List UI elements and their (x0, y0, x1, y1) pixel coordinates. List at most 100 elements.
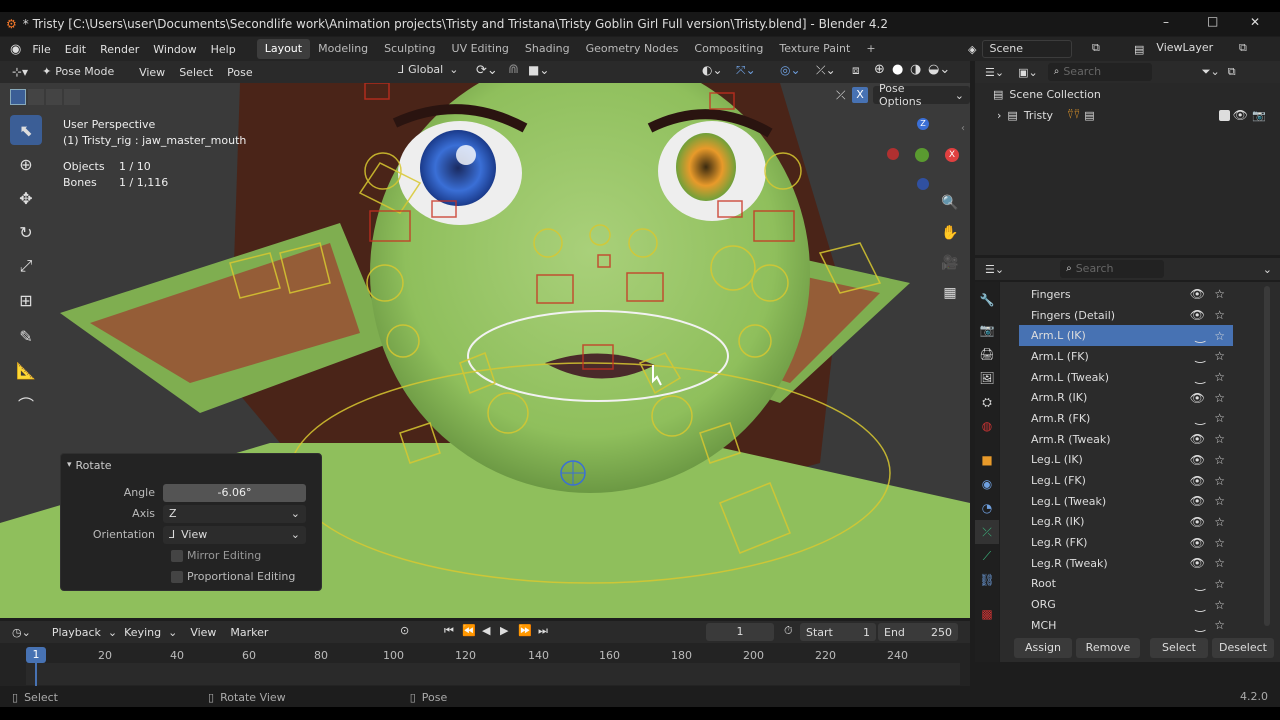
pose-options-dropdown[interactable]: Pose Options ⌄ (873, 83, 970, 108)
start-frame-field[interactable]: Start 1 (800, 623, 876, 641)
output-tab-icon[interactable]: 🖨 (975, 342, 999, 366)
scale-tool-icon[interactable]: ⤢ (10, 251, 42, 281)
x-mirror-toggle[interactable]: X (852, 87, 868, 103)
pivot-icon[interactable]: ⟳⌄ (476, 63, 498, 78)
shading-material-icon[interactable]: ◑ (910, 62, 921, 77)
star-icon[interactable]: ☆ (1214, 453, 1225, 467)
timeline-menu-playback[interactable]: Playback (45, 626, 108, 639)
armature-data-tab-icon[interactable]: ⤫ (975, 520, 999, 544)
play-reverse-icon[interactable]: ◀ (482, 624, 490, 637)
star-icon[interactable]: ☆ (1214, 598, 1225, 612)
overlay-icon[interactable]: ◎⌄ (780, 63, 801, 77)
menu-window[interactable]: Window (146, 43, 203, 56)
grid-view-icon[interactable]: ▦ (938, 285, 962, 315)
close-button[interactable]: ✕ (1250, 15, 1260, 29)
star-icon[interactable]: ☆ (1214, 577, 1225, 591)
eye-icon[interactable]: 👁 (1190, 474, 1205, 488)
bone-collection-row[interactable]: Arm.R (IK) 👁 ☆ (1019, 387, 1233, 408)
jump-end-icon[interactable]: ⏭ (538, 624, 548, 638)
star-icon[interactable]: ☆ (1214, 308, 1225, 322)
eye-icon[interactable]: 👁 (1190, 494, 1205, 508)
minimize-button[interactable]: – (1163, 15, 1169, 29)
eye-icon[interactable]: 👁 (1190, 391, 1205, 405)
star-icon[interactable]: ☆ (1214, 287, 1225, 301)
eye-icon[interactable]: 👁 (1190, 536, 1205, 550)
shading-solid-icon[interactable]: ● (892, 62, 903, 77)
assign-button[interactable]: Assign (1014, 638, 1072, 658)
xray-icon[interactable]: ⧈ (852, 63, 860, 78)
bone-collection-row[interactable]: Leg.L (Tweak) 👁 ☆ (1019, 491, 1233, 512)
star-icon[interactable]: ☆ (1214, 329, 1225, 343)
scene-tab-icon[interactable]: ⛭ (975, 390, 999, 414)
timeline-editor-icon[interactable]: ◷⌄ (12, 626, 31, 639)
current-frame-input[interactable]: 1 (706, 623, 774, 641)
chevron-right-icon[interactable]: › (997, 109, 1001, 122)
filter-icon[interactable]: ⏷⌄ (1202, 65, 1220, 79)
bone-collection-row[interactable]: Leg.L (IK) 👁 ☆ (1019, 450, 1233, 471)
star-icon[interactable]: ☆ (1214, 370, 1225, 384)
render-tab-icon[interactable]: 📷 (975, 318, 999, 342)
next-keyframe-icon[interactable]: ⏩ (518, 624, 532, 637)
tool-tab-icon[interactable]: 🔧 (975, 288, 999, 312)
axis-y-icon[interactable] (915, 148, 929, 162)
tab-shading[interactable]: Shading (517, 39, 578, 59)
bone-constraint-tab-icon[interactable]: ⛓ (975, 568, 999, 592)
star-icon[interactable]: ☆ (1214, 411, 1225, 425)
outliner-editor-icon[interactable]: ☰⌄ (985, 66, 1004, 79)
shading-wireframe-icon[interactable]: ⊕ (874, 62, 885, 77)
menu-edit[interactable]: Edit (58, 43, 93, 56)
timeline-menu-marker[interactable]: Marker (223, 626, 275, 639)
texture-tab-icon[interactable]: ▩ (975, 602, 999, 626)
tab-uv-editing[interactable]: UV Editing (444, 39, 517, 59)
physics-tab-icon[interactable]: ◔ (975, 496, 999, 520)
deselect-button[interactable]: Deselect (1212, 638, 1274, 658)
annotate-tool-icon[interactable]: ✎ (10, 321, 42, 351)
scene-selector[interactable]: ◈ Scene (968, 39, 1086, 59)
select-subtract-icon[interactable] (46, 89, 62, 105)
star-icon[interactable]: ☆ (1214, 349, 1225, 363)
end-frame-field[interactable]: End 250 (878, 623, 958, 641)
eye-icon[interactable]: 👁 (1190, 453, 1205, 467)
add-workspace-button[interactable]: + (858, 39, 883, 59)
object-tab-icon[interactable]: ■ (975, 448, 999, 472)
eye-icon[interactable]: 👁 (1190, 287, 1205, 301)
timeline-track[interactable] (26, 663, 960, 685)
transform-orientation-dropdown[interactable]: ⅃ Global ⌄ (398, 63, 458, 76)
star-icon[interactable]: ☆ (1214, 536, 1225, 550)
new-collection-icon[interactable]: ⧉ (1228, 65, 1236, 79)
tab-compositing[interactable]: Compositing (686, 39, 771, 59)
menu-render[interactable]: Render (93, 43, 146, 56)
eye-icon[interactable]: 👁 (1190, 556, 1205, 570)
bone-collection-row[interactable]: Arm.L (FK) ‿ ☆ (1019, 346, 1233, 367)
axis-dropdown[interactable]: Z ⌄ (163, 504, 306, 523)
select-intersect-icon[interactable] (64, 89, 80, 105)
properties-scrollbar[interactable] (1264, 286, 1270, 626)
bone-overlay-icon[interactable]: ⤫⌄ (816, 63, 836, 78)
bone-collection-row[interactable]: Arm.L (Tweak) ‿ ☆ (1019, 367, 1233, 388)
eye-closed-icon[interactable]: ‿ (1195, 349, 1205, 363)
move-tool-icon[interactable]: ✥ (10, 183, 42, 213)
tab-layout[interactable]: Layout (256, 39, 311, 59)
bone-collection-row[interactable]: MCH ‿ ☆ (1019, 615, 1233, 636)
record-icon[interactable]: ⊙ (400, 624, 409, 637)
bone-collection-row[interactable]: Arm.R (FK) ‿ ☆ (1019, 408, 1233, 429)
mirror-editing-checkbox[interactable] (171, 549, 183, 562)
properties-editor-icon[interactable]: ☰⌄ (985, 263, 1004, 276)
display-mode-icon[interactable]: ▣⌄ (1018, 66, 1038, 79)
orientation-dropdown[interactable]: ⅃ View ⌄ (163, 525, 306, 544)
eye-icon[interactable]: 👁 (1233, 108, 1248, 122)
star-icon[interactable]: ☆ (1214, 391, 1225, 405)
bone-collection-row[interactable]: Fingers 👁 ☆ (1019, 284, 1233, 305)
star-icon[interactable]: ☆ (1214, 494, 1225, 508)
cursor-tool-icon[interactable]: ⊕ (10, 149, 42, 179)
tab-sculpting[interactable]: Sculpting (376, 39, 443, 59)
shading-rendered-icon[interactable]: ◒⌄ (928, 62, 950, 77)
outliner-search[interactable]: ⌕ Search (1047, 63, 1152, 81)
proportional-editing-checkbox[interactable] (171, 570, 183, 583)
bone-collection-row[interactable]: Leg.R (Tweak) 👁 ☆ (1019, 553, 1233, 574)
eye-icon[interactable]: 👁 (1190, 432, 1205, 446)
rotate-tool-icon[interactable]: ↻ (10, 217, 42, 247)
star-icon[interactable]: ☆ (1214, 474, 1225, 488)
bone-collection-row[interactable]: Leg.R (FK) 👁 ☆ (1019, 532, 1233, 553)
viewport-menu-view[interactable]: View (132, 66, 172, 79)
